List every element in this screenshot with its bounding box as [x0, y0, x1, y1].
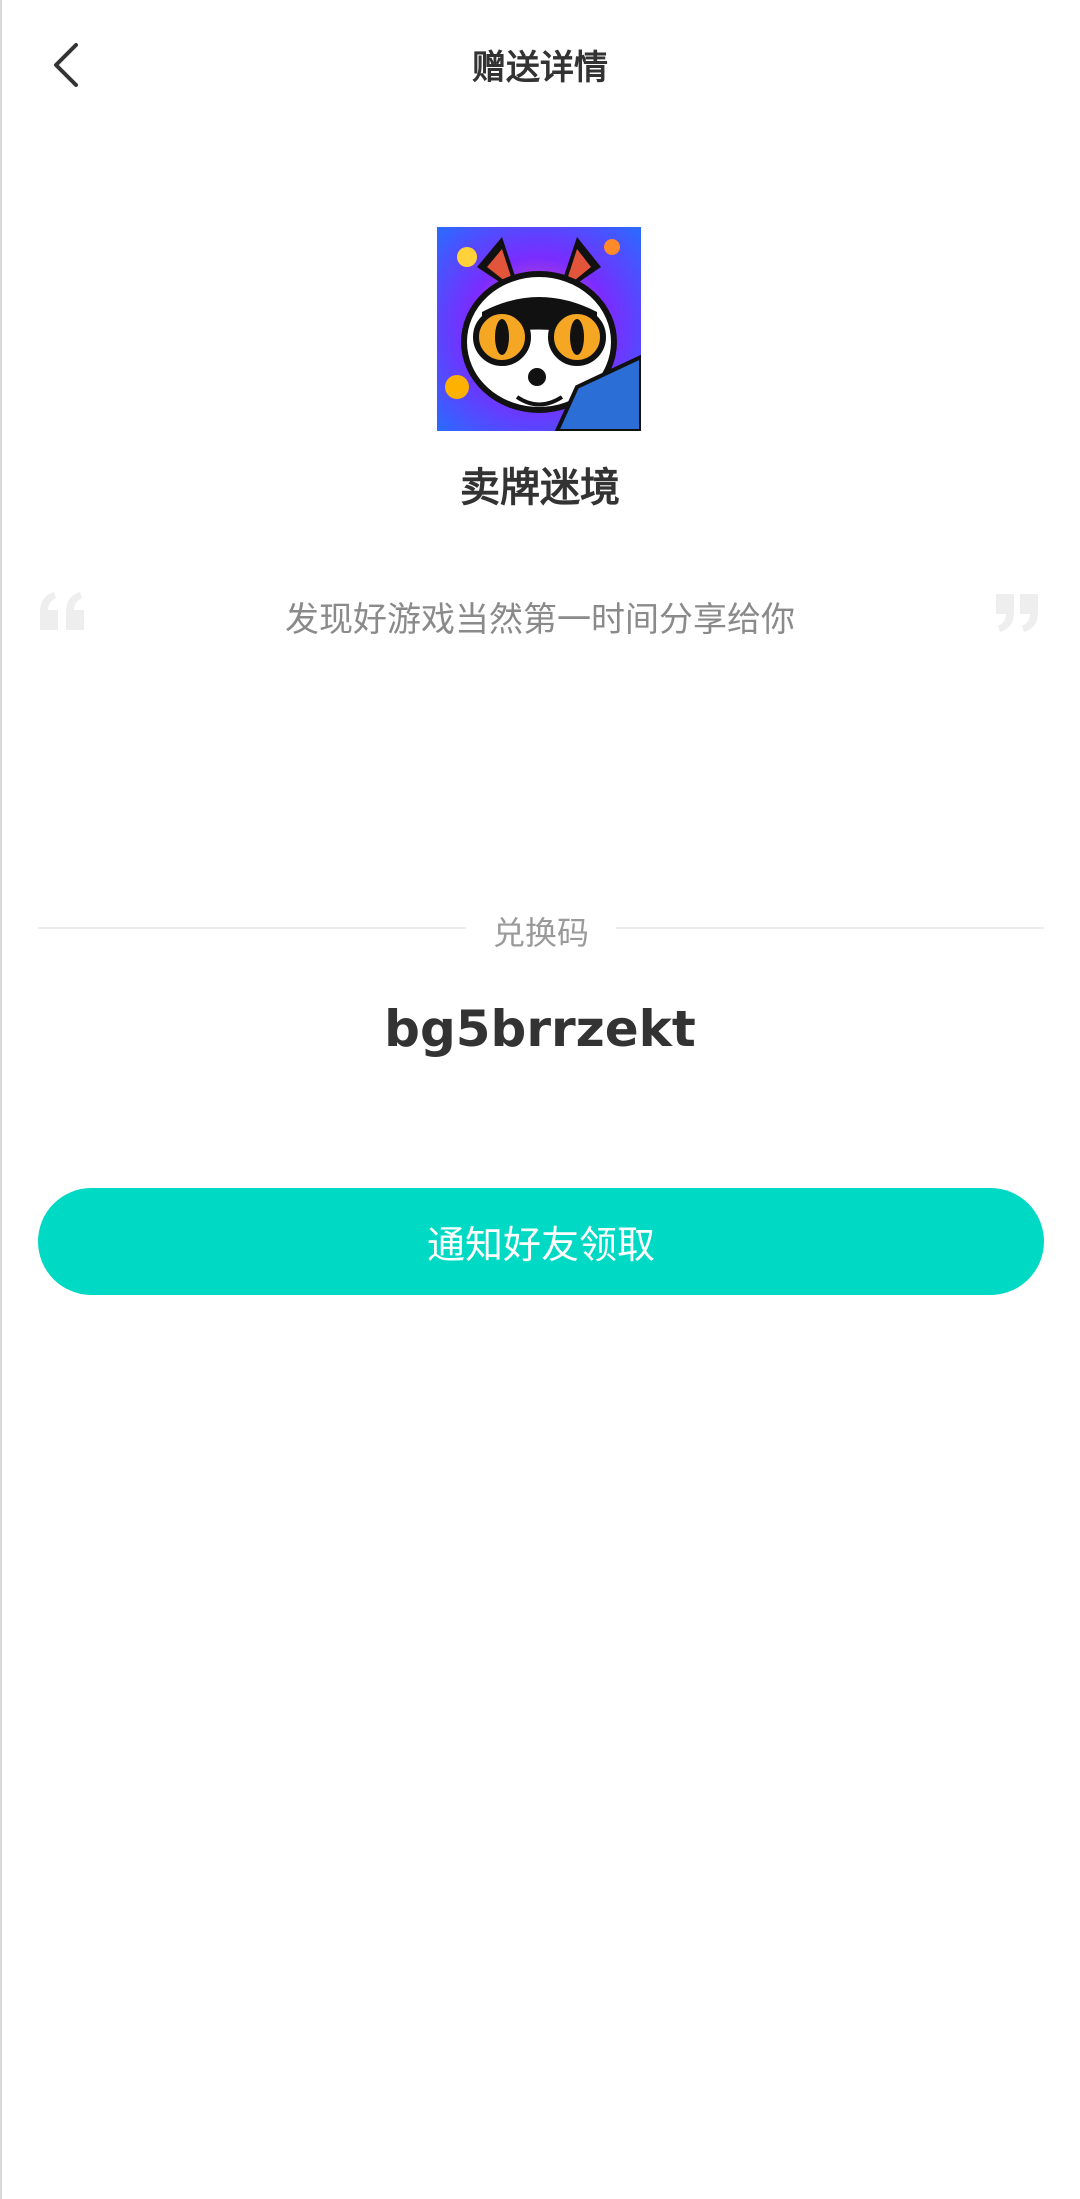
close-quote-icon [990, 590, 1044, 638]
code-label: 兑换码 [492, 914, 589, 952]
game-cover-image [437, 227, 641, 431]
share-message: 发现好游戏当然第一时间分享给你 [285, 600, 795, 640]
top-bar: 赠送详情 [0, 0, 1080, 130]
game-name: 卖牌迷境 [460, 465, 620, 511]
divider-right [616, 927, 1044, 929]
page-title: 赠送详情 [472, 48, 608, 88]
notify-friend-button[interactable]: 通知好友领取 [38, 1188, 1044, 1295]
screen-edge [0, 0, 2, 2199]
notify-friend-label: 通知好友领取 [426, 1223, 655, 1267]
divider-left [38, 927, 466, 929]
redeem-code[interactable]: bg5brrzekt [0, 1000, 1080, 1058]
